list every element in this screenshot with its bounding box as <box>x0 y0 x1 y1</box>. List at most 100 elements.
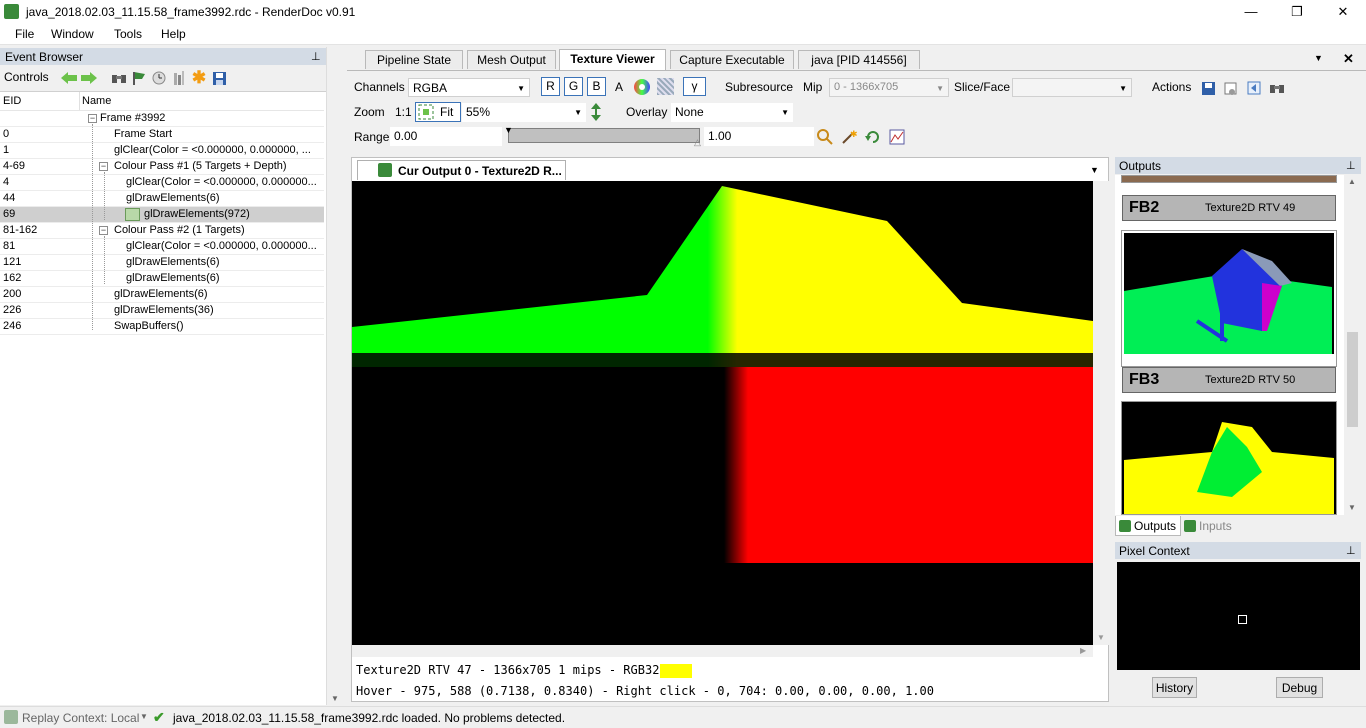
channel-a-toggle[interactable]: A <box>615 80 623 94</box>
event-row[interactable]: 1 glClear(Color = <0.000000, 0.000000, ..… <box>0 143 324 159</box>
event-row[interactable]: 200 glDrawElements(6) <box>0 287 324 303</box>
thumbnail-fb2-name: FB2 <box>1129 199 1160 216</box>
color-wheel-icon[interactable] <box>632 77 652 97</box>
viewer-hscroll[interactable]: ▶ <box>352 645 1093 657</box>
event-browser-scrollbar[interactable]: ▼ <box>326 47 343 705</box>
thumbnail-fb4[interactable] <box>1121 401 1337 515</box>
range-histogram-slider[interactable] <box>508 128 700 143</box>
menu-window[interactable]: Window <box>51 27 94 41</box>
range-max-field[interactable]: 1.00 <box>704 127 814 146</box>
save-icon[interactable] <box>210 69 228 87</box>
time-clock-icon[interactable] <box>150 69 168 87</box>
scroll-down-arrow-icon[interactable]: ▼ <box>331 694 339 703</box>
texture-canvas[interactable] <box>352 181 1093 645</box>
zoom-combo[interactable]: 55% ▼ <box>462 103 586 122</box>
thumbnail-label-fb3[interactable]: FB3 Texture2D RTV 50 <box>1122 367 1336 393</box>
tab-java-pid[interactable]: java [PID 414556] <box>798 50 920 69</box>
next-arrow-icon[interactable] <box>80 69 98 87</box>
outputs-title: Outputs <box>1119 159 1162 173</box>
menu-help[interactable]: Help <box>161 27 186 41</box>
goto-location-icon[interactable] <box>1245 79 1263 97</box>
event-row[interactable]: 0 Frame Start <box>0 127 324 143</box>
history-button[interactable]: History <box>1152 677 1197 698</box>
event-id: 0 <box>3 128 10 140</box>
reset-range-icon[interactable] <box>864 128 882 146</box>
status-message: java_2018.02.03_11.15.58_frame3992.rdc l… <box>173 711 566 725</box>
thumbnail-fb3[interactable] <box>1121 230 1337 367</box>
tab-close-icon[interactable]: ✕ <box>1343 51 1354 67</box>
close-button[interactable]: ✕ <box>1320 0 1366 23</box>
tab-outputs[interactable]: Outputs <box>1115 516 1181 536</box>
event-row[interactable]: 4-69 Colour Pass #1 (5 Targets + Depth) − <box>0 159 324 175</box>
slice-face-combo[interactable]: ▼ <box>1012 78 1132 97</box>
inputs-tab-icon <box>1184 520 1196 532</box>
outputs-scrollbar[interactable]: ▲ ▼ <box>1344 175 1361 515</box>
asterisk-icon[interactable]: ✱ <box>190 68 208 87</box>
menu-tools[interactable]: Tools <box>114 27 142 41</box>
channel-b-toggle[interactable]: B <box>587 77 606 96</box>
event-row[interactable]: 246 SwapBuffers() <box>0 319 324 335</box>
tab-list-arrow-icon[interactable]: ▼ <box>1314 53 1323 63</box>
open-texture-icon[interactable] <box>1222 79 1240 97</box>
thumbnail-fb1[interactable] <box>1121 175 1337 183</box>
replay-context-label[interactable]: Replay Context: Local <box>22 711 139 725</box>
range-black-handle[interactable]: ▼ <box>504 125 513 135</box>
flip-vertical-icon[interactable] <box>590 103 602 121</box>
event-row[interactable]: 121 glDrawElements(6) <box>0 255 324 271</box>
range-min-field[interactable]: 0.00 <box>390 127 502 146</box>
mip-combo[interactable]: 0 - 1366x705 ▼ <box>829 78 949 97</box>
save-texture-icon[interactable] <box>1199 79 1217 97</box>
pixel-context-view[interactable] <box>1117 562 1360 670</box>
tab-mesh-output[interactable]: Mesh Output <box>467 50 556 69</box>
menu-file[interactable]: File <box>15 27 34 41</box>
event-name: glDrawElements(6) <box>126 192 220 204</box>
alpha-checker-icon[interactable] <box>657 78 674 95</box>
zoom-range-icon[interactable] <box>816 128 834 146</box>
channel-r-toggle[interactable]: R <box>541 77 560 96</box>
previous-arrow-icon[interactable] <box>60 69 78 87</box>
event-row[interactable]: 44 glDrawElements(6) <box>0 191 324 207</box>
fit-button[interactable]: Fit <box>415 102 461 122</box>
gamma-toggle[interactable]: γ <box>683 77 706 96</box>
tab-pipeline-state[interactable]: Pipeline State <box>365 50 463 69</box>
tab-texture-viewer[interactable]: Texture Viewer <box>559 49 666 70</box>
pin-icon[interactable]: ⊥ <box>311 50 321 63</box>
view-usage-icon[interactable] <box>1268 79 1286 97</box>
replay-context-dropdown-icon[interactable]: ▼ <box>140 712 148 721</box>
outputs-pin-icon[interactable]: ⊥ <box>1346 159 1356 172</box>
overlay-combo[interactable]: None ▼ <box>671 103 793 122</box>
event-row[interactable]: 226 glDrawElements(36) <box>0 303 324 319</box>
bookmark-flag-icon[interactable] <box>130 69 148 87</box>
viewer-vscroll[interactable]: ▼ <box>1093 181 1109 645</box>
column-header-name[interactable]: Name <box>82 95 111 107</box>
channel-g-toggle[interactable]: G <box>564 77 583 96</box>
column-header-eid[interactable]: EID <box>3 95 21 107</box>
collapse-toggle-icon[interactable]: − <box>99 162 108 171</box>
debug-button[interactable]: Debug <box>1276 677 1323 698</box>
minimize-button[interactable]: — <box>1228 0 1274 23</box>
event-row[interactable]: 4 glClear(Color = <0.000000, 0.000000... <box>0 175 324 191</box>
maximize-button[interactable]: ❐ <box>1274 0 1320 23</box>
pixel-context-pin-icon[interactable]: ⊥ <box>1346 544 1356 557</box>
outputs-scroll-thumb[interactable] <box>1347 332 1358 427</box>
event-row[interactable]: 81-162 Colour Pass #2 (1 Targets) − <box>0 223 324 239</box>
event-id: 4 <box>3 176 10 188</box>
tab-inputs[interactable]: Inputs <box>1182 516 1242 536</box>
tab-capture-executable[interactable]: Capture Executable <box>670 50 794 69</box>
auto-fit-wand-icon[interactable]: ✱ <box>840 128 858 146</box>
collapse-toggle-icon[interactable]: − <box>99 226 108 235</box>
event-row[interactable]: 162 glDrawElements(6) <box>0 271 324 287</box>
range-white-handle[interactable]: △ <box>694 137 701 148</box>
event-row[interactable]: Frame #3992− <box>0 111 324 127</box>
channels-combo[interactable]: RGBA ▼ <box>408 78 530 97</box>
event-name: glClear(Color = <0.000000, 0.000000, ... <box>114 144 311 156</box>
column-settings-icon[interactable] <box>170 69 188 87</box>
event-row[interactable]: 81 glClear(Color = <0.000000, 0.000000... <box>0 239 324 255</box>
find-binoculars-icon[interactable] <box>110 69 128 87</box>
viewer-tab-list-arrow-icon[interactable]: ▼ <box>1090 165 1099 175</box>
collapse-toggle-icon[interactable]: − <box>88 114 97 123</box>
thumbnail-label-fb2[interactable]: FB2 Texture2D RTV 49 <box>1122 195 1336 221</box>
event-row[interactable]: 69 glDrawElements(972) <box>0 207 324 223</box>
histogram-icon[interactable] <box>888 128 906 146</box>
zoom-1to1-button[interactable]: 1:1 <box>395 105 412 119</box>
